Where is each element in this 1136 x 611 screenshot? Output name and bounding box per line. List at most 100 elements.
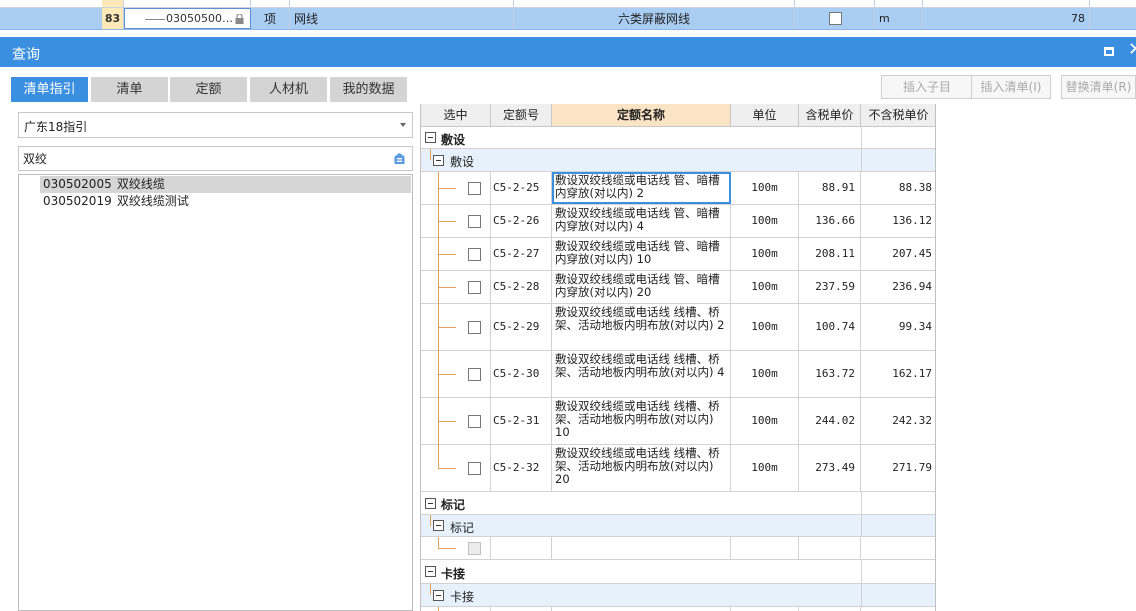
subgroup-row[interactable]: 标记 xyxy=(421,515,935,537)
tax-price-cell[interactable]: 163.72 xyxy=(799,351,861,397)
quota-name-cell[interactable]: 敷设双绞线缆或电话线 管、暗槽内穿放(对以内) 2 xyxy=(552,172,731,204)
close-icon[interactable]: ✕ xyxy=(1128,40,1136,60)
quota-no-cell[interactable] xyxy=(491,607,552,611)
header-notax-price[interactable]: 不含税单价 xyxy=(861,104,935,127)
unit-cell[interactable]: 100m xyxy=(731,351,799,397)
row-checkbox[interactable] xyxy=(468,182,481,195)
header-quota-name[interactable]: 定额名称 xyxy=(552,104,731,127)
header-select[interactable]: 选中 xyxy=(421,104,491,127)
chevron-down-icon[interactable] xyxy=(400,123,406,127)
dialog-titlebar[interactable]: 查询 ✕ xyxy=(0,37,1136,67)
notax-price-cell[interactable]: 236.94 xyxy=(861,271,935,303)
header-quota-no[interactable]: 定额号 xyxy=(491,104,552,127)
collapse-icon[interactable] xyxy=(425,132,436,143)
unit-cell[interactable]: 100m xyxy=(731,445,799,491)
unit-cell[interactable]: 100m xyxy=(731,172,799,204)
row-checkbox[interactable] xyxy=(468,415,481,428)
code-cell[interactable]: 03050500… xyxy=(124,8,251,29)
notax-price-cell[interactable]: 88.38 xyxy=(861,172,935,204)
quota-no-cell[interactable]: C5-2-26 xyxy=(491,205,552,237)
notax-price-cell[interactable]: 136.12 xyxy=(861,205,935,237)
quota-name-cell[interactable]: 敷设双绞线缆或电话线 线槽、桥架、活动地板内明布放(对以内) 10 xyxy=(552,398,731,444)
unit-cell[interactable]: 100m xyxy=(731,205,799,237)
collapse-icon[interactable] xyxy=(425,498,436,509)
quota-no-cell[interactable]: C5-2-27 xyxy=(491,238,552,270)
row-checkbox[interactable] xyxy=(468,321,481,334)
table-row[interactable]: C5-2-26 敷设双绞线缆或电话线 管、暗槽内穿放(对以内) 4 100m 1… xyxy=(421,205,935,238)
quota-name-cell[interactable]: 敷设双绞线缆或电话线 管、暗槽内穿放(对以内) 10 xyxy=(552,238,731,270)
tab-list-guide[interactable]: 清单指引 xyxy=(11,77,88,102)
unit-cell[interactable]: 100m xyxy=(731,271,799,303)
table-row[interactable]: C5-2-28 敷设双绞线缆或电话线 管、暗槽内穿放(对以内) 20 100m … xyxy=(421,271,935,304)
unit-cell[interactable] xyxy=(731,537,799,559)
subgroup-row[interactable]: 卡接 xyxy=(421,584,935,607)
row-checkbox[interactable] xyxy=(829,12,842,25)
tax-price-cell[interactable]: 273.49 xyxy=(799,445,861,491)
quota-name-cell[interactable]: 敷设双绞线缆或电话线 线槽、桥架、活动地板内明布放(对以内) 2 xyxy=(552,304,731,350)
replace-list-button[interactable]: 替换清单(R) xyxy=(1061,75,1136,99)
search-field[interactable] xyxy=(18,146,413,171)
quota-name-cell[interactable] xyxy=(552,607,731,611)
quantity-cell[interactable]: 78 xyxy=(923,8,1090,29)
tab-my-data[interactable]: 我的数据 xyxy=(330,77,407,102)
collapse-icon[interactable] xyxy=(433,590,444,601)
header-unit[interactable]: 单位 xyxy=(731,104,799,127)
search-input[interactable] xyxy=(23,149,383,168)
quota-no-cell[interactable]: C5-2-28 xyxy=(491,271,552,303)
header-tax-price[interactable]: 含税单价 xyxy=(799,104,861,127)
checkbox-cell[interactable] xyxy=(795,8,875,29)
collapse-icon[interactable] xyxy=(425,566,436,577)
tab-quota[interactable]: 定额 xyxy=(170,77,247,102)
unit-cell[interactable]: 100m xyxy=(731,398,799,444)
tax-price-cell[interactable] xyxy=(799,607,861,611)
list-item[interactable]: 030502005 双绞线缆 xyxy=(40,176,411,193)
table-row[interactable]: C5-2-32 敷设双绞线缆或电话线 线槽、桥架、活动地板内明布放(对以内) 2… xyxy=(421,445,935,492)
quota-no-cell[interactable]: C5-2-29 xyxy=(491,304,552,350)
search-icon[interactable] xyxy=(393,152,406,165)
tax-price-cell[interactable] xyxy=(799,537,861,559)
subgroup-row[interactable]: 敷设 xyxy=(421,149,935,172)
row-checkbox[interactable] xyxy=(468,368,481,381)
group-row[interactable]: 敷设 xyxy=(421,127,935,149)
table-row[interactable]: C5-2-27 敷设双绞线缆或电话线 管、暗槽内穿放(对以内) 10 100m … xyxy=(421,238,935,271)
row-number[interactable]: 83 xyxy=(102,8,124,29)
notax-price-cell[interactable]: 162.17 xyxy=(861,351,935,397)
notax-price-cell[interactable]: 271.79 xyxy=(861,445,935,491)
notax-price-cell[interactable] xyxy=(861,537,935,559)
quota-no-cell[interactable]: C5-2-32 xyxy=(491,445,552,491)
collapse-icon[interactable] xyxy=(433,520,444,531)
tax-price-cell[interactable]: 237.59 xyxy=(799,271,861,303)
row-checkbox[interactable] xyxy=(468,281,481,294)
table-row[interactable]: C5-2-30 敷设双绞线缆或电话线 线槽、桥架、活动地板内明布放(对以内) 4… xyxy=(421,351,935,398)
unit-cell[interactable] xyxy=(731,607,799,611)
tax-price-cell[interactable]: 244.02 xyxy=(799,398,861,444)
table-row[interactable]: C5-2-29 敷设双绞线缆或电话线 线槽、桥架、活动地板内明布放(对以内) 2… xyxy=(421,304,935,351)
quota-no-cell[interactable]: C5-2-30 xyxy=(491,351,552,397)
notax-price-cell[interactable]: 242.32 xyxy=(861,398,935,444)
sheet-row-83[interactable]: 83 03050500… 项 网线 六类屏蔽网线 m 78 xyxy=(0,8,1136,30)
row-checkbox[interactable] xyxy=(468,248,481,261)
quota-no-cell[interactable]: C5-2-25 xyxy=(491,172,552,204)
notax-price-cell[interactable]: 207.45 xyxy=(861,238,935,270)
tax-price-cell[interactable]: 100.74 xyxy=(799,304,861,350)
tax-price-cell[interactable]: 88.91 xyxy=(799,172,861,204)
quota-no-cell[interactable] xyxy=(491,537,552,559)
tax-price-cell[interactable]: 136.66 xyxy=(799,205,861,237)
table-row[interactable] xyxy=(421,537,935,560)
quota-name-cell[interactable]: 敷设双绞线缆或电话线 管、暗槽内穿放(对以内) 20 xyxy=(552,271,731,303)
notax-price-cell[interactable]: 99.34 xyxy=(861,304,935,350)
quota-name-cell[interactable]: 敷设双绞线缆或电话线 线槽、桥架、活动地板内明布放(对以内) 20 xyxy=(552,445,731,491)
unit-cell[interactable]: 100m xyxy=(731,238,799,270)
tab-list[interactable]: 清单 xyxy=(91,77,168,102)
maximize-icon[interactable] xyxy=(1104,47,1114,56)
quota-name-cell[interactable] xyxy=(552,537,731,559)
quota-no-cell[interactable]: C5-2-31 xyxy=(491,398,552,444)
table-row[interactable]: C5-2-25 敷设双绞线缆或电话线 管、暗槽内穿放(对以内) 2 100m 8… xyxy=(421,172,935,205)
list-item[interactable]: 030502019 双绞线缆测试 xyxy=(40,193,411,210)
collapse-icon[interactable] xyxy=(433,155,444,166)
quota-name-cell[interactable]: 敷设双绞线缆或电话线 管、暗槽内穿放(对以内) 4 xyxy=(552,205,731,237)
quota-name-cell[interactable]: 敷设双绞线缆或电话线 线槽、桥架、活动地板内明布放(对以内) 4 xyxy=(552,351,731,397)
type-cell[interactable]: 项 xyxy=(251,8,290,29)
insert-child-button[interactable]: 插入子目 xyxy=(881,75,973,99)
name-cell[interactable]: 网线 xyxy=(290,8,514,29)
